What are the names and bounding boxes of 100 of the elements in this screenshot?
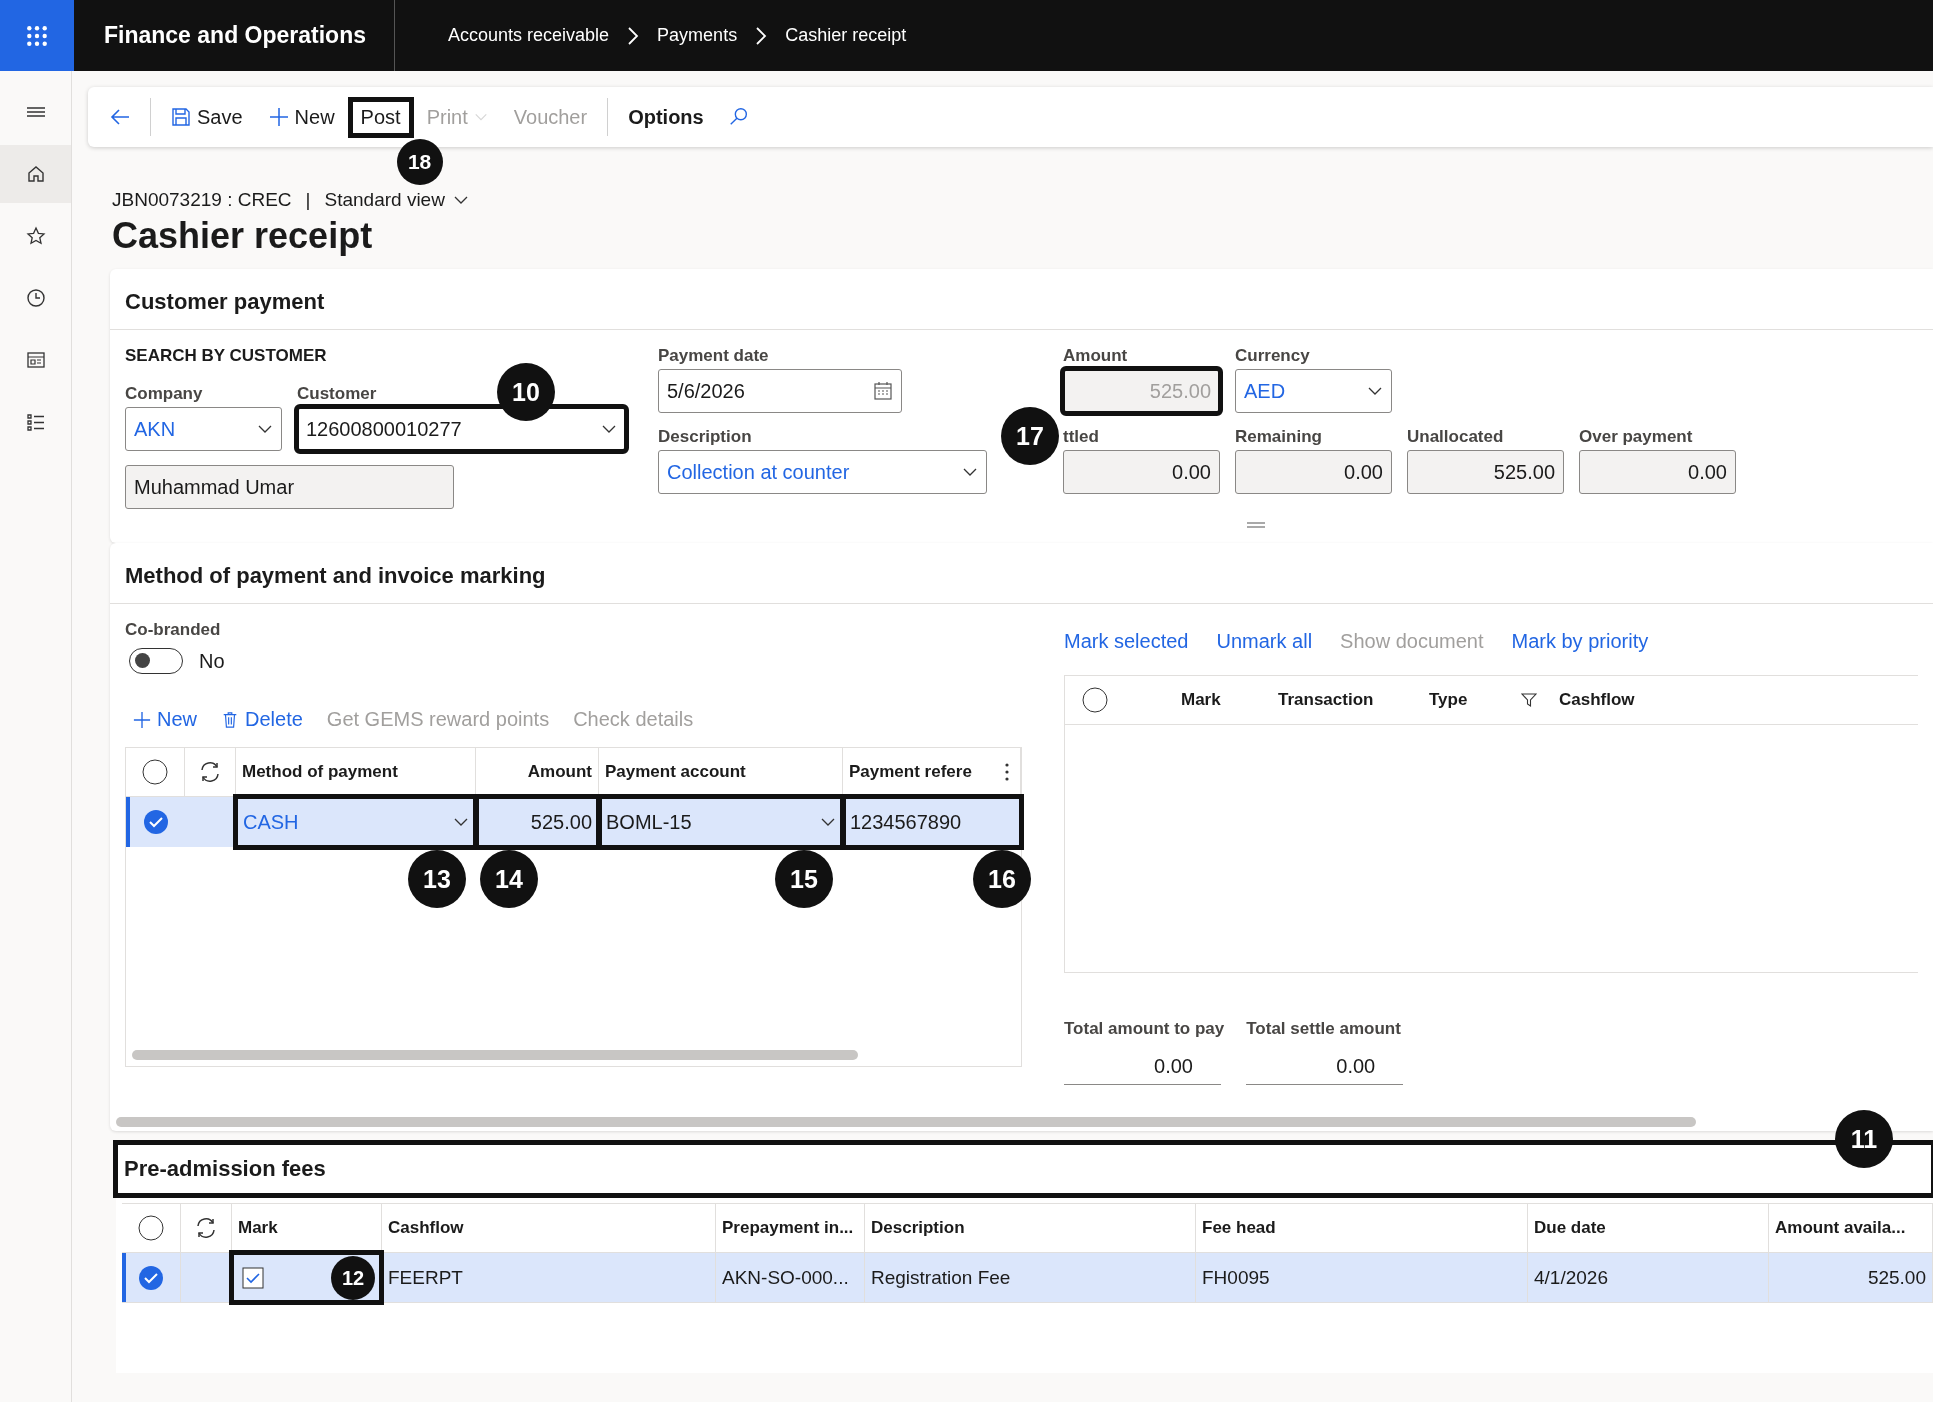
breadcrumb-link[interactable]: Cashier receipt [785,25,907,46]
amount-field[interactable]: 0.00 [1063,450,1220,494]
chevron-right-icon [755,25,768,46]
step-number-badge: 12 [331,1256,375,1300]
step-number-badge: 11 [1835,1110,1893,1168]
currency-dropdown[interactable]: AED [1235,369,1392,413]
column-header[interactable]: Due date [1528,1204,1769,1252]
table-cell[interactable]: CASH [236,797,476,847]
scrollbar[interactable] [116,1117,1696,1127]
section-header[interactable]: Method of payment and invoice marking [110,543,1933,604]
new-button[interactable]: New [125,704,205,735]
column-header[interactable]: Cashflow [382,1204,716,1252]
record-id: JBN0073219 : CREC [112,189,292,211]
column-header[interactable]: Method of payment [236,748,476,796]
group-heading: SEARCH BY CUSTOMER [125,346,328,367]
resize-handle-icon[interactable] [1246,521,1266,529]
company-dropdown[interactable]: AKN [125,407,282,451]
column-header[interactable]: Mark [1125,690,1278,710]
filter-icon[interactable] [1521,692,1537,708]
amount-field[interactable]: 525.00 [1407,450,1564,494]
table-cell: AKN-SO-000... [716,1253,865,1302]
field-label: Remaining [1235,427,1322,447]
description-dropdown[interactable]: Collection at counter [658,450,987,494]
column-header[interactable]: Amount [476,748,599,796]
field-label: ttled [1063,427,1099,447]
field-label: Total settle amount [1246,1019,1402,1039]
chevron-right-icon [627,25,640,46]
column-header[interactable]: Description [865,1204,1196,1252]
column-header[interactable]: Payment account [599,748,843,796]
table-cell[interactable]: BOML-15 [599,797,843,847]
link-button[interactable]: Mark by priority [1503,626,1657,657]
field-label: Total amount to pay [1064,1019,1225,1039]
toolbar-button[interactable]: Post [350,99,411,135]
step-number-badge: 18 [396,138,443,185]
field-label: Customer [297,384,377,404]
more-options-icon[interactable] [1005,763,1009,781]
column-header[interactable]: Cashflow [1521,690,1635,710]
app-title[interactable]: Finance and Operations [74,0,395,71]
view-selector[interactable]: Standard view [324,189,469,211]
row-selected-icon[interactable] [142,809,169,835]
column-header[interactable]: Prepayment in... [716,1204,865,1252]
star-icon [25,226,46,246]
workspace-icon [25,350,46,370]
date-field[interactable]: 5/6/2026 [658,369,902,413]
clock-icon [25,288,46,308]
table-cell[interactable]: 525.00 [476,797,599,847]
step-number-badge: 14 [480,850,538,908]
customer-name-field[interactable]: Muhammad Umar [125,465,454,509]
trash-icon [221,710,239,729]
amount-field[interactable]: 0.00 [1235,450,1392,494]
nav-button[interactable] [0,145,71,203]
waffle-icon [26,24,48,47]
row-selected-icon[interactable] [138,1264,164,1291]
app-launcher-button[interactable] [0,0,74,71]
row-select-circle[interactable] [1082,687,1108,713]
table-cell: 4/1/2026 [1528,1253,1769,1302]
customer-dropdown[interactable]: 12600800010277 [297,407,626,451]
checkbox[interactable] [242,1266,264,1289]
refresh-icon[interactable] [198,760,222,784]
field-label: Company [125,384,203,404]
field-label: Unallocated [1407,427,1504,447]
save-icon [171,107,191,127]
table-cell: 525.00 [1769,1253,1933,1302]
step-number-badge: 17 [1001,407,1059,465]
section-header[interactable]: Customer payment [110,269,1933,330]
field-label: Currency [1235,346,1310,366]
breadcrumb-link[interactable]: Payments [657,25,738,46]
row-select-circle[interactable] [142,759,168,785]
field-label: Co-branded [125,620,222,640]
calendar-icon[interactable] [873,381,893,401]
link-button[interactable]: Mark selected [1056,626,1197,657]
table-cell[interactable]: 1234567890 [843,797,1021,847]
step-number-badge: 16 [973,850,1031,908]
options-button[interactable]: Options [618,99,714,135]
column-header[interactable]: Amount availa... [1769,1204,1933,1252]
plus-icon [133,710,151,729]
amount-field[interactable]: 0.00 [1579,450,1736,494]
step-number-badge: 15 [775,850,833,908]
field-label: Description [658,427,752,447]
delete-button[interactable]: Delete [213,704,311,735]
refresh-icon[interactable] [194,1216,218,1240]
scrollbar[interactable] [132,1050,858,1060]
list-icon [25,412,46,432]
save-button[interactable]: Save [161,99,253,135]
row-select-circle[interactable] [138,1215,164,1241]
table-cell: Registration Fee [865,1253,1196,1302]
breadcrumb-link[interactable]: Accounts receivable [448,25,610,46]
column-header[interactable]: Fee head [1196,1204,1528,1252]
table-cell: FH0095 [1196,1253,1528,1302]
home-icon [25,164,46,184]
column-header[interactable]: Mark [232,1204,382,1252]
column-header[interactable]: Type [1429,690,1521,710]
total-field: 0.00 [1246,1055,1404,1085]
link-button[interactable]: Unmark all [1208,626,1321,657]
field-label: Payment date [658,346,769,366]
column-header[interactable]: Transaction [1278,690,1429,710]
toggle-switch[interactable] [129,648,183,674]
table-cell: FEERPT [382,1253,716,1302]
toggle-value: No [199,649,225,673]
new-button[interactable]: New [258,99,345,135]
